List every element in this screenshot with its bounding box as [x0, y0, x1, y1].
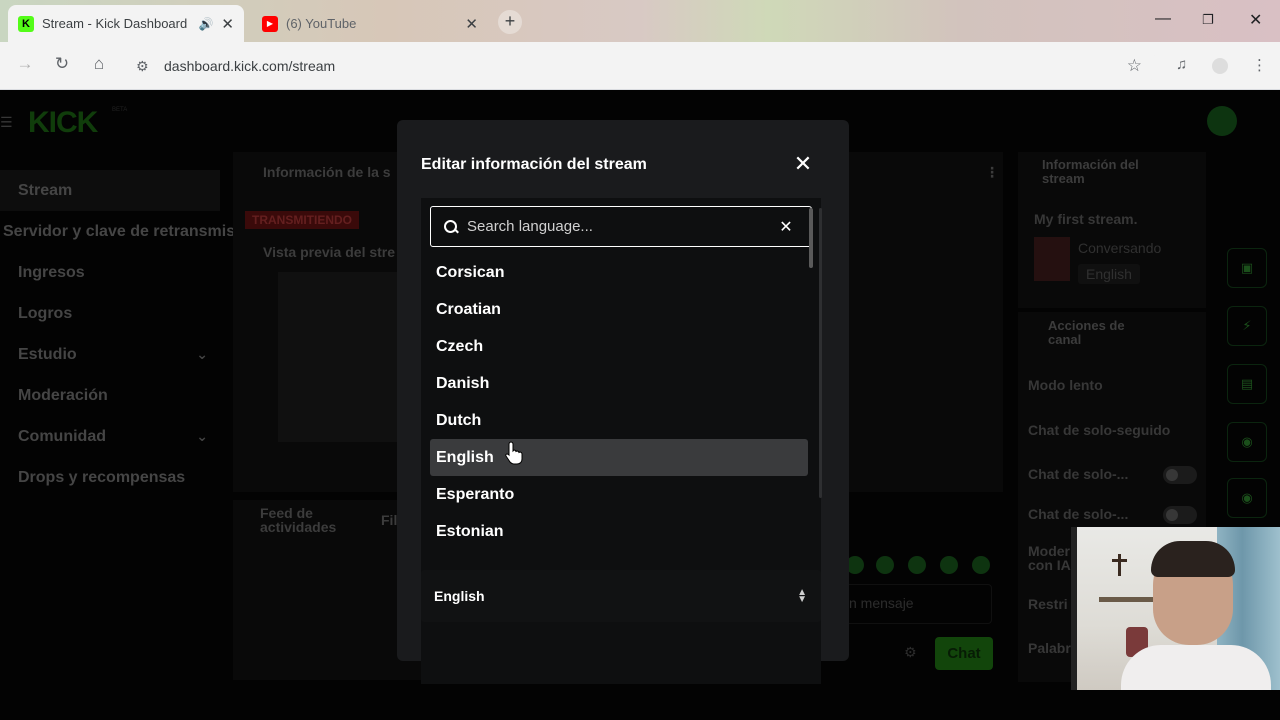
- speaker-icon[interactable]: 🔊: [198, 17, 213, 31]
- hand-cursor-icon: [505, 441, 523, 465]
- minimize-icon[interactable]: —: [1155, 10, 1171, 28]
- language-option[interactable]: Esperanto: [430, 476, 808, 513]
- browser-tab-strip: K Stream - Kick Dashboard 🔊 ✕ ▶ (6) YouT…: [0, 0, 1280, 42]
- language-option[interactable]: Czech: [430, 328, 808, 365]
- new-tab-button[interactable]: +: [498, 10, 522, 34]
- reload-icon[interactable]: ↻: [50, 54, 74, 74]
- modal-title: Editar información del stream: [421, 156, 647, 173]
- language-list: Corsican Croatian Czech Danish Dutch Eng…: [430, 254, 808, 550]
- language-search-input[interactable]: [467, 218, 775, 235]
- address-bar-row: → ↻ ⌂ ⚙ dashboard.kick.com/stream ☆ ♫ ⋮: [0, 42, 1280, 90]
- language-option[interactable]: Dutch: [430, 402, 808, 439]
- webcam-overlay: [1071, 527, 1280, 690]
- language-select[interactable]: English ▲ ▼: [421, 570, 821, 622]
- home-icon[interactable]: ⌂: [87, 54, 111, 74]
- media-control-icon[interactable]: ♫: [1176, 56, 1187, 73]
- language-option-hovered[interactable]: English: [430, 439, 808, 476]
- select-arrows-icon: ▲ ▼: [797, 587, 807, 605]
- language-select-value: English: [434, 588, 485, 604]
- language-option[interactable]: Croatian: [430, 291, 808, 328]
- forward-icon[interactable]: →: [13, 54, 37, 74]
- close-tab-icon[interactable]: ✕: [465, 15, 478, 33]
- clear-search-icon[interactable]: ✕: [775, 217, 797, 237]
- language-search-box[interactable]: ✕: [430, 206, 812, 247]
- tab-title: Stream - Kick Dashboard: [42, 16, 188, 31]
- omnibox[interactable]: ⚙ dashboard.kick.com/stream ☆: [128, 49, 1158, 83]
- search-icon: [443, 219, 459, 235]
- restore-icon[interactable]: ❐: [1202, 12, 1214, 28]
- language-option[interactable]: Corsican: [430, 254, 808, 291]
- modal-scrollbar[interactable]: [819, 208, 822, 498]
- site-settings-icon[interactable]: ⚙: [136, 58, 156, 75]
- close-icon[interactable]: ✕: [793, 153, 813, 175]
- bookmark-star-icon[interactable]: ☆: [1127, 56, 1142, 76]
- edit-stream-info-modal: Editar información del stream ✕ ✕ Corsic…: [397, 120, 849, 684]
- tab-kick-dashboard[interactable]: K Stream - Kick Dashboard 🔊 ✕: [8, 5, 244, 42]
- youtube-icon: ▶: [262, 15, 278, 32]
- close-window-icon[interactable]: ✕: [1249, 10, 1262, 30]
- tab-title: (6) YouTube: [286, 16, 357, 31]
- url-text[interactable]: dashboard.kick.com/stream: [164, 58, 335, 74]
- tab-youtube[interactable]: ▶ (6) YouTube ✕: [252, 5, 488, 42]
- kick-favicon-icon: K: [18, 15, 34, 32]
- dropdown-scrollbar-thumb[interactable]: [809, 208, 813, 268]
- language-option[interactable]: Estonian: [430, 513, 808, 550]
- close-tab-icon[interactable]: ✕: [221, 15, 234, 33]
- language-option[interactable]: Danish: [430, 365, 808, 402]
- browser-menu-icon[interactable]: ⋮: [1252, 56, 1267, 74]
- profile-avatar[interactable]: [1212, 58, 1228, 74]
